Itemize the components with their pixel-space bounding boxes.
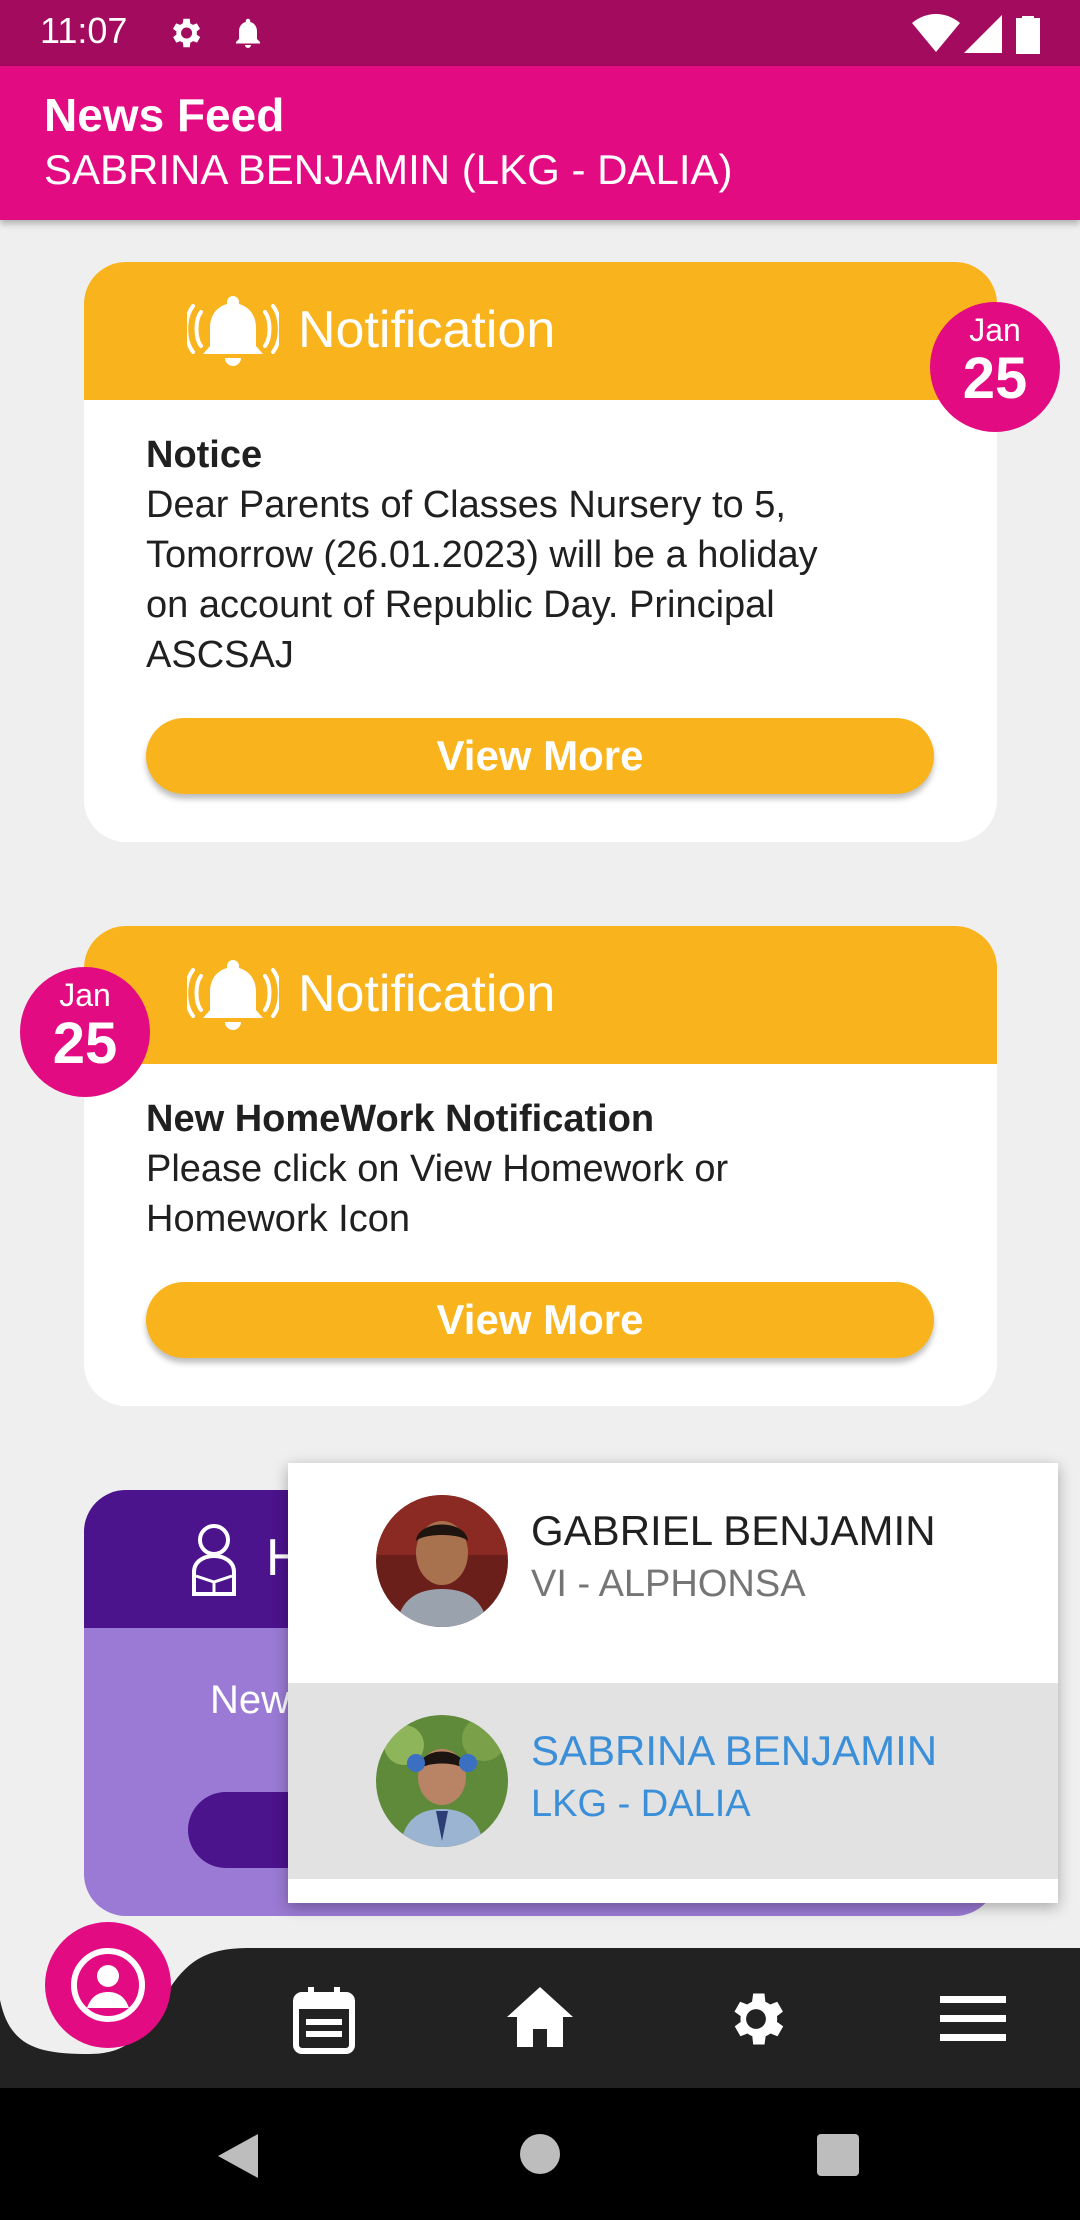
student-class: LKG - DALIA — [531, 1783, 751, 1825]
student-option[interactable]: SABRINA BENJAMIN LKG - DALIA — [288, 1683, 1058, 1879]
profile-icon — [71, 1948, 145, 2022]
notification-bell-icon — [236, 18, 260, 48]
date-day: 25 — [52, 1011, 118, 1076]
battery-icon — [1016, 16, 1040, 54]
student-switcher-menu: GABRIEL BENJAMIN VI - ALPHONSA SABRINA B… — [288, 1463, 1058, 1903]
notice-line: Homework Icon — [146, 1198, 410, 1240]
card-body: New HomeWork Notification Please click o… — [84, 1064, 997, 1244]
menu-icon[interactable] — [940, 1994, 1006, 2044]
date-month: Jan — [59, 977, 111, 1013]
student-option[interactable]: GABRIEL BENJAMIN VI - ALPHONSA — [288, 1463, 1058, 1659]
recents-icon[interactable] — [817, 2134, 859, 2176]
card-header-label: Notification — [298, 301, 556, 359]
card-header-label: Notification — [298, 965, 556, 1023]
notice-line: Dear Parents of Classes Nursery to 5, — [146, 484, 786, 526]
date-badge: Jan 25 — [20, 967, 150, 1097]
student-subtitle: SABRINA BENJAMIN (LKG - DALIA) — [44, 146, 733, 193]
status-time: 11:07 — [40, 10, 128, 51]
date-badge: Jan 25 — [930, 302, 1060, 432]
status-bar: 11:07 — [0, 0, 1080, 66]
signal-icon — [964, 15, 1002, 53]
profile-button[interactable] — [45, 1922, 171, 2048]
card-header: Notification — [84, 262, 997, 400]
date-day: 25 — [962, 346, 1028, 411]
notification-card[interactable]: Notification New HomeWork Notification P… — [84, 926, 997, 1406]
settings-icon[interactable] — [722, 1985, 790, 2053]
avatar — [376, 1495, 508, 1627]
date-month: Jan — [969, 312, 1021, 348]
notice-title: Notice — [146, 434, 263, 476]
home-icon[interactable] — [505, 1985, 575, 2049]
page-title: News Feed — [44, 89, 285, 141]
card-body: Notice Dear Parents of Classes Nursery t… — [84, 400, 997, 680]
ringing-bell-icon — [187, 296, 279, 366]
view-more-button[interactable]: View More — [146, 1282, 934, 1358]
student-name: SABRINA BENJAMIN — [531, 1727, 938, 1774]
student-class: VI - ALPHONSA — [531, 1563, 806, 1605]
notice-line: Please click on View Homework or — [146, 1148, 729, 1190]
notice-line: on account of Republic Day. Principal — [146, 584, 775, 626]
wifi-icon — [912, 14, 960, 52]
ringing-bell-icon — [187, 960, 279, 1030]
notice-line: ASCSAJ — [146, 634, 294, 676]
system-navigation-bar — [0, 2088, 1080, 2220]
student-name: GABRIEL BENJAMIN — [531, 1507, 936, 1554]
calendar-icon[interactable] — [292, 1985, 356, 2055]
notice-line: Tomorrow (26.01.2023) will be a holiday — [146, 534, 818, 576]
notification-card[interactable]: Notification Notice Dear Parents of Clas… — [84, 262, 997, 842]
view-more-button[interactable]: View More — [146, 718, 934, 794]
home-circle-icon[interactable] — [520, 2134, 560, 2174]
app-bar: News Feed SABRINA BENJAMIN (LKG - DALIA) — [0, 66, 1080, 220]
reading-student-icon — [192, 1524, 236, 1596]
back-icon[interactable] — [218, 2134, 258, 2178]
settings-icon — [172, 18, 201, 48]
card-header: Notification — [84, 926, 997, 1064]
avatar — [376, 1715, 508, 1847]
notice-title: New HomeWork Notification — [146, 1098, 655, 1140]
homework-text: New — [210, 1678, 291, 1722]
